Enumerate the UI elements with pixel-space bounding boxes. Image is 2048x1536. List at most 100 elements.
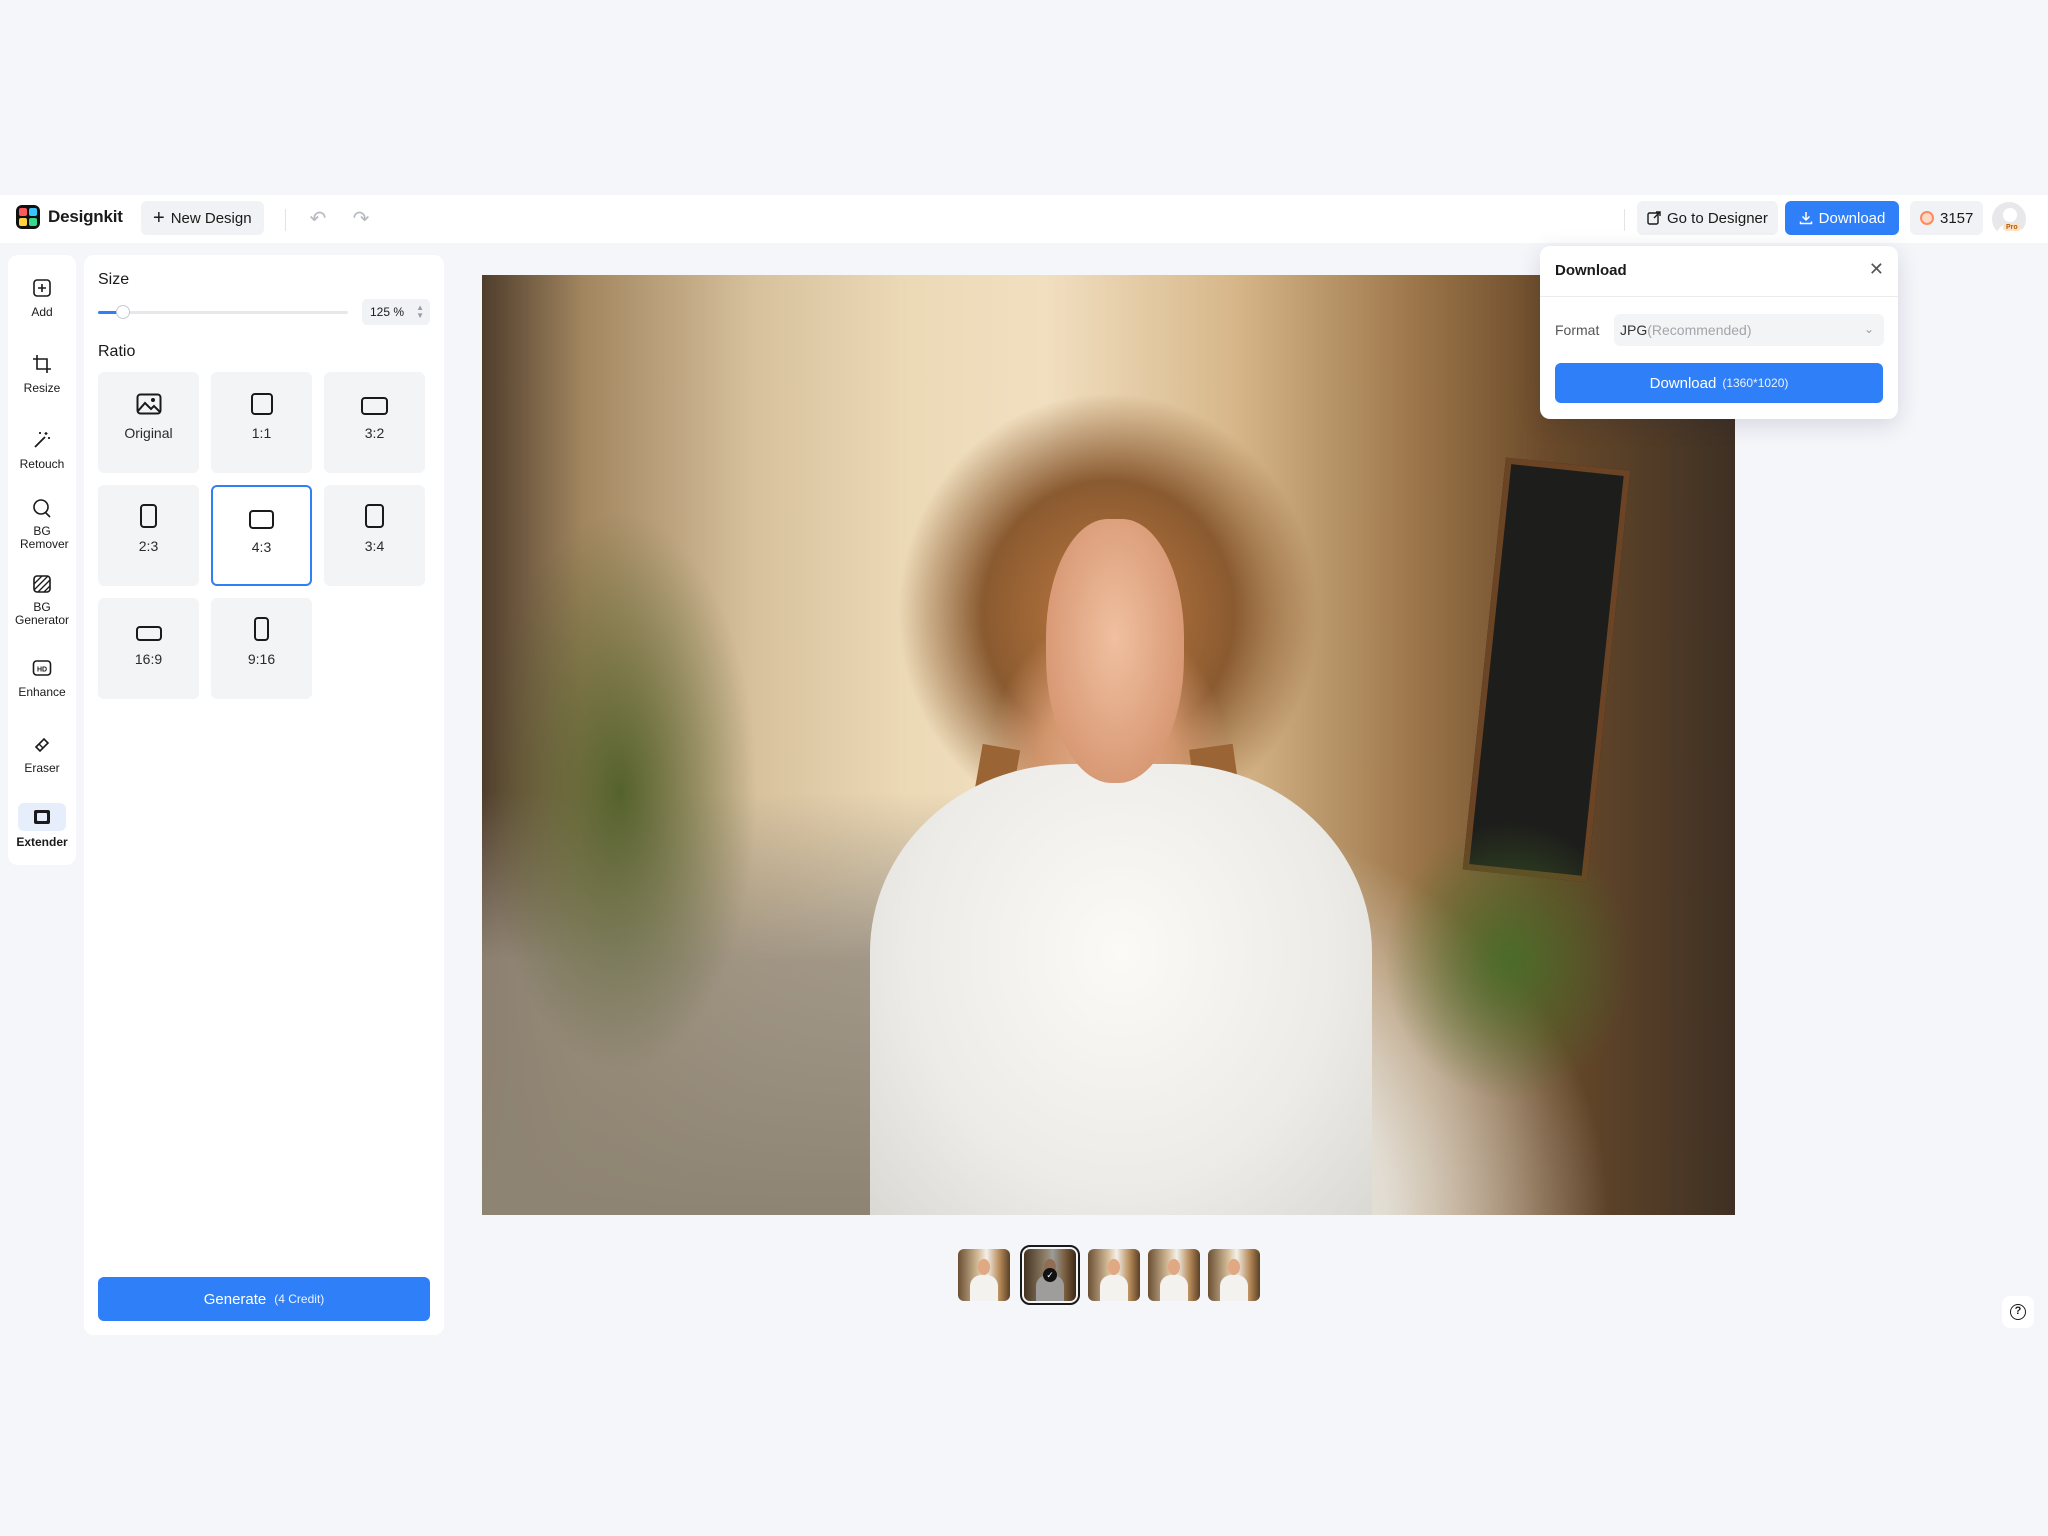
top-bar: Designkit + New Design ↶ ↷ Go to Designe… — [0, 195, 2048, 243]
new-design-label: New Design — [170, 209, 252, 227]
hd-icon: HD — [29, 655, 55, 681]
user-avatar[interactable] — [1990, 200, 2028, 238]
stepper-icon[interactable]: ▲ ▼ — [416, 304, 424, 320]
tool-label: Retouch — [19, 457, 65, 471]
portrait-icon — [365, 504, 384, 528]
subject-shirt — [870, 763, 1372, 1215]
divider — [285, 209, 286, 231]
wide-icon — [135, 626, 162, 641]
go-to-designer-label: Go to Designer — [1667, 209, 1768, 227]
tool-extender[interactable]: Extender — [8, 803, 76, 849]
tool-label: BG Generator — [14, 600, 70, 627]
svg-text:HD: HD — [37, 667, 47, 674]
coin-icon — [1920, 211, 1934, 225]
size-slider[interactable] — [98, 305, 348, 319]
ratio-label: 9:16 — [247, 651, 276, 667]
thumbnail[interactable] — [958, 1249, 1010, 1301]
tool-eraser[interactable]: Eraser — [8, 731, 76, 775]
popover-title: Download — [1555, 262, 1627, 279]
tool-retouch[interactable]: Retouch — [8, 427, 76, 471]
size-title: Size — [98, 271, 130, 288]
tool-label: Enhance — [18, 685, 66, 699]
tool-bg-generator[interactable]: BG Generator — [8, 571, 76, 627]
credits-value: 3157 — [1940, 209, 1974, 227]
download-icon — [1799, 212, 1812, 225]
thumbnail[interactable] — [1148, 1249, 1200, 1301]
app-logo[interactable]: Designkit — [16, 205, 123, 229]
add-icon — [29, 275, 55, 301]
check-icon: ✓ — [1043, 1268, 1057, 1282]
help-button[interactable]: ? — [2002, 1296, 2034, 1328]
magic-wand-icon — [29, 427, 55, 453]
chevron-down-icon: ⌄ — [1863, 322, 1874, 336]
bg-remover-icon — [29, 495, 55, 521]
ratio-label: 3:4 — [364, 538, 385, 554]
download-popover: Download ✕ Format JPG (Recommended) ⌄ Dow… — [1540, 246, 1898, 419]
chalkboard-sign — [1463, 457, 1631, 883]
ratio-3-2[interactable]: 3:2 — [324, 372, 425, 473]
ratio-label: 16:9 — [134, 651, 163, 667]
tool-rail: Add Resize Retouch BG Remover BG Generat… — [8, 255, 76, 865]
tool-label: Eraser — [24, 761, 60, 775]
subject-face — [1045, 519, 1184, 783]
format-hint: (Recommended) — [1647, 322, 1752, 338]
ratio-4-3[interactable]: 4:3 — [211, 485, 312, 586]
size-input[interactable]: 125 % ▲ ▼ — [362, 299, 430, 325]
format-label: Format — [1555, 322, 1600, 338]
generate-label: Generate — [203, 1290, 267, 1308]
popover-download-label: Download — [1649, 374, 1717, 392]
settings-panel: Size 125 % ▲ ▼ Ratio Original 1:1 3:2 2:3… — [84, 255, 444, 1335]
landscape-icon — [249, 510, 274, 529]
plus-icon: + — [153, 207, 165, 229]
ratio-label: 4:3 — [251, 539, 272, 555]
ratio-16-9[interactable]: 16:9 — [98, 598, 199, 699]
generate-button[interactable]: Generate (4 Credit) — [98, 1277, 430, 1321]
tool-resize[interactable]: Resize — [8, 351, 76, 395]
new-design-button[interactable]: + New Design — [141, 201, 264, 235]
divider — [1540, 296, 1898, 297]
ratio-9-16[interactable]: 9:16 — [211, 598, 312, 699]
app-name: Designkit — [48, 207, 123, 226]
redo-icon[interactable]: ↷ — [349, 207, 373, 231]
size-slider-handle[interactable] — [116, 305, 130, 319]
undo-icon[interactable]: ↶ — [306, 207, 330, 231]
ratio-3-4[interactable]: 3:4 — [324, 485, 425, 586]
thumbnail[interactable] — [1208, 1249, 1260, 1301]
extender-icon — [18, 803, 66, 831]
eraser-icon — [29, 731, 55, 757]
tool-add[interactable]: Add — [8, 275, 76, 319]
format-select[interactable]: JPG (Recommended) ⌄ — [1614, 314, 1884, 346]
tool-enhance[interactable]: HD Enhance — [8, 655, 76, 699]
download-dimensions: (1360*1020) — [1722, 376, 1789, 390]
pro-badge: Pro — [2003, 224, 2021, 231]
download-button[interactable]: Download — [1785, 201, 1899, 235]
ratio-original[interactable]: Original — [98, 372, 199, 473]
go-to-designer-button[interactable]: Go to Designer — [1637, 201, 1778, 235]
size-value: 125 % — [370, 305, 405, 319]
credits-counter[interactable]: 3157 — [1910, 201, 1984, 235]
bg-generator-icon — [29, 571, 55, 597]
tool-bg-remover[interactable]: BG Remover — [8, 495, 76, 551]
ratio-label: 3:2 — [364, 425, 385, 441]
ratio-label: Original — [124, 425, 173, 441]
tall-icon — [254, 617, 269, 641]
thumbnail-selected[interactable]: ✓ — [1020, 1245, 1080, 1305]
close-icon[interactable]: ✕ — [1869, 260, 1884, 278]
tool-label: Extender — [16, 835, 68, 849]
image-icon — [136, 393, 161, 415]
ratio-2-3[interactable]: 2:3 — [98, 485, 199, 586]
ratio-label: 2:3 — [138, 538, 159, 554]
format-value: JPG — [1620, 322, 1648, 338]
popover-download-button[interactable]: Download (1360*1020) — [1555, 363, 1883, 403]
generate-credit: (4 Credit) — [274, 1292, 325, 1306]
tool-label: Resize — [23, 381, 61, 395]
thumbnail[interactable] — [1088, 1249, 1140, 1301]
external-edit-icon — [1647, 211, 1661, 225]
divider — [1624, 209, 1625, 231]
portrait-icon — [140, 504, 157, 528]
ratio-1-1[interactable]: 1:1 — [211, 372, 312, 473]
landscape-icon — [361, 397, 388, 415]
crop-icon — [29, 351, 55, 377]
help-icon: ? — [2010, 1304, 2026, 1320]
ratio-title: Ratio — [98, 343, 136, 360]
